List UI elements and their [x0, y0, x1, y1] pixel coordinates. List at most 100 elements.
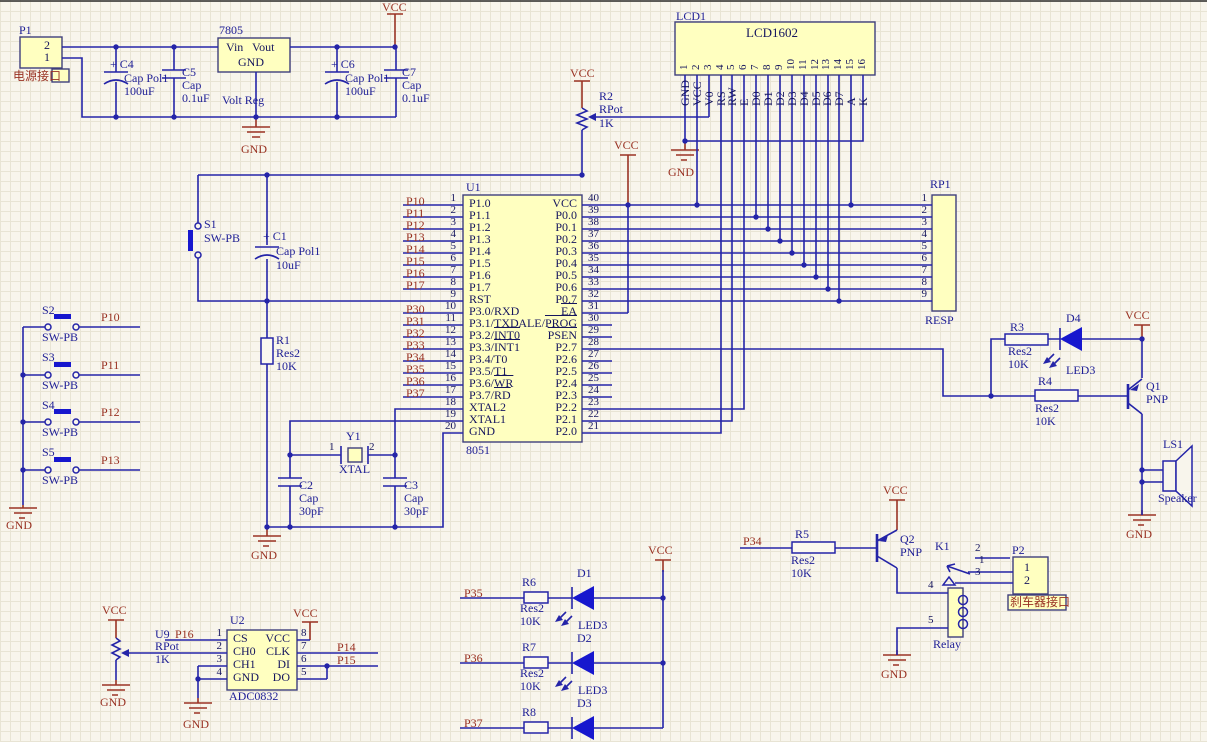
- rp1-pinnum-5: 5: [922, 241, 928, 253]
- lcd-pinnum-10: 10: [786, 59, 798, 70]
- u1-pinnum-21: 21: [588, 421, 599, 433]
- c7-des: C7: [402, 66, 416, 79]
- u1-pinnum-11: 11: [445, 313, 456, 325]
- p1-pin1: 1: [44, 51, 50, 64]
- r3-des: R3: [1010, 321, 1024, 334]
- u1-pinname-21: P2.0: [555, 425, 577, 438]
- u1-pinnum-33: 33: [588, 277, 599, 289]
- u1-pinnum-19: 19: [445, 409, 456, 421]
- vcc-u9: VCC: [102, 604, 127, 617]
- q1-val: PNP: [1146, 393, 1168, 406]
- u1-pinnum-30: 30: [588, 313, 599, 325]
- rp1-pinnum-7: 7: [922, 265, 928, 277]
- s5-des: S5: [42, 446, 55, 459]
- y1-pin2: 2: [369, 442, 375, 454]
- vcc-mid: VCC: [614, 139, 639, 152]
- c1-des: + C1: [263, 230, 287, 243]
- y1-val: XTAL: [339, 463, 370, 476]
- c3-val2: 30pF: [404, 505, 429, 518]
- u1-pinnum-24: 24: [588, 385, 599, 397]
- u1-pinnum-6: 6: [451, 253, 457, 265]
- ls1-val: Speaker: [1158, 492, 1197, 505]
- c3-val: Cap: [404, 492, 423, 505]
- d1-val: LED3: [578, 619, 607, 632]
- lcd-pinnum-15: 15: [845, 59, 857, 70]
- s1-val: SW-PB: [204, 232, 240, 245]
- vreg-vout: Vout: [252, 41, 274, 54]
- rp1-pinnum-6: 6: [922, 253, 928, 265]
- lcd-pinnum-3: 3: [703, 65, 715, 71]
- gnd-q1: GND: [1126, 528, 1152, 541]
- s4-des: S4: [42, 399, 55, 412]
- lcd-des: LCD1: [676, 10, 706, 23]
- r4-val2: 10K: [1035, 415, 1056, 428]
- u1-pinnum-1: 1: [451, 193, 457, 205]
- u2-pinname-GND: GND: [233, 671, 259, 684]
- rp1-des: RP1: [930, 178, 951, 191]
- u1-pinnum-8: 8: [451, 277, 457, 289]
- d2-des: D2: [577, 632, 592, 645]
- net-p37: P37: [464, 717, 483, 730]
- gnd-vreg: GND: [241, 143, 267, 156]
- c1-val: Cap Pol1: [276, 245, 320, 258]
- c2-val2: 30pF: [299, 505, 324, 518]
- schematic-labels: P121电源接口7805VinVoutGNDVolt Reg+ C4Cap Po…: [0, 0, 1207, 742]
- u1-pinnum-3: 3: [451, 217, 457, 229]
- vcc-u2: VCC: [293, 607, 318, 620]
- net-p15: P15: [337, 654, 356, 667]
- u1-val: 8051: [466, 444, 490, 457]
- net-p16: P16: [175, 628, 194, 641]
- u1-pinnum-27: 27: [588, 349, 599, 361]
- u1-pinnum-26: 26: [588, 361, 599, 373]
- c5-des: C5: [182, 66, 196, 79]
- vcc-led: VCC: [648, 544, 673, 557]
- lcd-pinnum-2: 2: [691, 65, 703, 71]
- d2-val: LED3: [578, 684, 607, 697]
- q2-val: PNP: [900, 546, 922, 559]
- u2-pinname-CS: CS: [233, 632, 248, 645]
- p2-pin2: 2: [1024, 574, 1030, 587]
- s4-val: SW-PB: [42, 426, 78, 439]
- y1-des: Y1: [346, 430, 361, 443]
- u1-pinnum-4: 4: [451, 229, 457, 241]
- relay-val: Relay: [933, 638, 961, 651]
- k1-des: K1: [935, 540, 950, 553]
- p2-pin1: 1: [1024, 561, 1030, 574]
- lcd-pinnum-11: 11: [798, 59, 810, 70]
- c5-val: Cap: [182, 79, 201, 92]
- lcd-pinnum-8: 8: [762, 65, 774, 71]
- u2-pinnum-2: 2: [217, 641, 223, 653]
- r3-val2: 10K: [1008, 358, 1029, 371]
- u1-pinnum-36: 36: [588, 241, 599, 253]
- u1-pinnum-28: 28: [588, 337, 599, 349]
- u2-pinname-CLK: CLK: [266, 645, 290, 658]
- vreg-gnd: GND: [238, 56, 264, 69]
- u1-pinnum-9: 9: [451, 289, 457, 301]
- c2-val: Cap: [299, 492, 318, 505]
- d4-des: D4: [1066, 312, 1081, 325]
- u1-pinnum-37: 37: [588, 229, 599, 241]
- r4-des: R4: [1038, 375, 1052, 388]
- u1-pinnum-25: 25: [588, 373, 599, 385]
- u1-pinnum-13: 13: [445, 337, 456, 349]
- u1-pinnum-2: 2: [451, 205, 457, 217]
- u2-pinname-CH1: CH1: [233, 658, 256, 671]
- q1-des: Q1: [1146, 380, 1161, 393]
- vreg-des: 7805: [219, 24, 243, 37]
- s2-des: S2: [42, 304, 55, 317]
- r6-val: Res2: [520, 602, 544, 615]
- u1-pinnum-7: 7: [451, 265, 457, 277]
- u1-net-P17: P17: [406, 279, 425, 292]
- u1-pinnum-14: 14: [445, 349, 456, 361]
- u1-pinnum-18: 18: [445, 397, 456, 409]
- u2-pinnum-8: 8: [301, 628, 307, 640]
- vreg-vin: Vin: [226, 41, 243, 54]
- u1-pinnum-15: 15: [445, 361, 456, 373]
- rp1-val: RESP: [925, 314, 954, 327]
- u2-pinnum-1: 1: [217, 628, 223, 640]
- net-p10: P10: [101, 311, 120, 324]
- r2-val: RPot: [599, 103, 623, 116]
- s3-des: S3: [42, 351, 55, 364]
- u2-pinname-DO: DO: [273, 671, 290, 684]
- u1-pinnum-31: 31: [588, 301, 599, 313]
